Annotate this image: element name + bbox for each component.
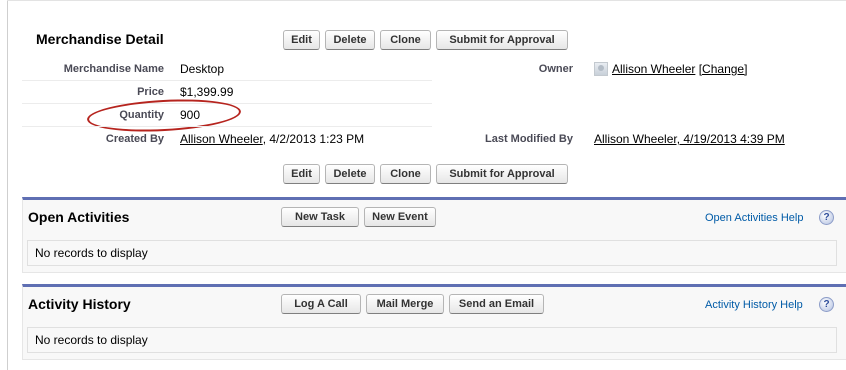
clone-button-bottom[interactable]: Clone (380, 164, 431, 184)
owner-value: Allison Wheeler [Change] (612, 62, 747, 76)
log-a-call-button[interactable]: Log A Call (281, 294, 361, 314)
price-label: Price (137, 86, 164, 98)
created-by-label: Created By (105, 133, 164, 145)
created-by-user-link[interactable]: Allison Wheeler (180, 132, 263, 146)
last-modified-by-label: Last Modified By (484, 133, 573, 145)
owner-change-link[interactable]: [Change] (699, 62, 748, 76)
price-value: $1,399.99 (180, 85, 234, 99)
new-event-button[interactable]: New Event (364, 207, 436, 227)
merchandise-name-value: Desktop (180, 62, 225, 76)
submit-for-approval-button-top[interactable]: Submit for Approval (436, 30, 568, 50)
owner-avatar (594, 62, 608, 76)
open-activities-help-link[interactable]: Open Activities Help (705, 212, 803, 224)
row-divider (22, 126, 432, 127)
activity-history-title: Activity History (28, 296, 131, 312)
owner-user-link[interactable]: Allison Wheeler (612, 62, 695, 76)
last-modified-by-link[interactable]: Allison Wheeler, 4/19/2013 4:39 PM (594, 132, 785, 146)
activity-history-help-link[interactable]: Activity History Help (705, 299, 803, 311)
merchandise-name-label: Merchandise Name (63, 63, 164, 75)
delete-button-bottom[interactable]: Delete (325, 164, 375, 184)
clone-button-top[interactable]: Clone (380, 30, 431, 50)
mail-merge-button[interactable]: Mail Merge (366, 294, 444, 314)
send-an-email-button[interactable]: Send an Email (449, 294, 544, 314)
edit-button-bottom[interactable]: Edit (283, 164, 320, 184)
created-by-date: , 4/2/2013 1:23 PM (262, 132, 365, 146)
new-task-button[interactable]: New Task (281, 207, 359, 227)
row-divider (22, 80, 432, 81)
edit-button-top[interactable]: Edit (283, 30, 320, 50)
last-modified-by-value: Allison Wheeler, 4/19/2013 4:39 PM (594, 132, 785, 146)
open-activities-panel: Open Activities New Task New Event Open … (22, 197, 846, 273)
submit-for-approval-button-bottom[interactable]: Submit for Approval (436, 164, 568, 184)
quantity-highlight-oval (86, 95, 242, 136)
activity-history-panel: Activity History Log A Call Mail Merge S… (22, 284, 846, 360)
activity-history-empty-message: No records to display (27, 327, 837, 353)
detail-section-title: Merchandise Detail (36, 31, 164, 47)
help-icon[interactable]: ? (819, 210, 834, 225)
created-by-value: Allison Wheeler, 4/2/2013 1:23 PM (180, 132, 364, 146)
owner-label: Owner (538, 63, 573, 75)
page-frame-left (7, 0, 8, 370)
help-icon[interactable]: ? (819, 297, 834, 312)
open-activities-title: Open Activities (28, 209, 130, 225)
page-frame-top (7, 0, 846, 1)
open-activities-empty-message: No records to display (27, 240, 837, 266)
delete-button-top[interactable]: Delete (325, 30, 375, 50)
